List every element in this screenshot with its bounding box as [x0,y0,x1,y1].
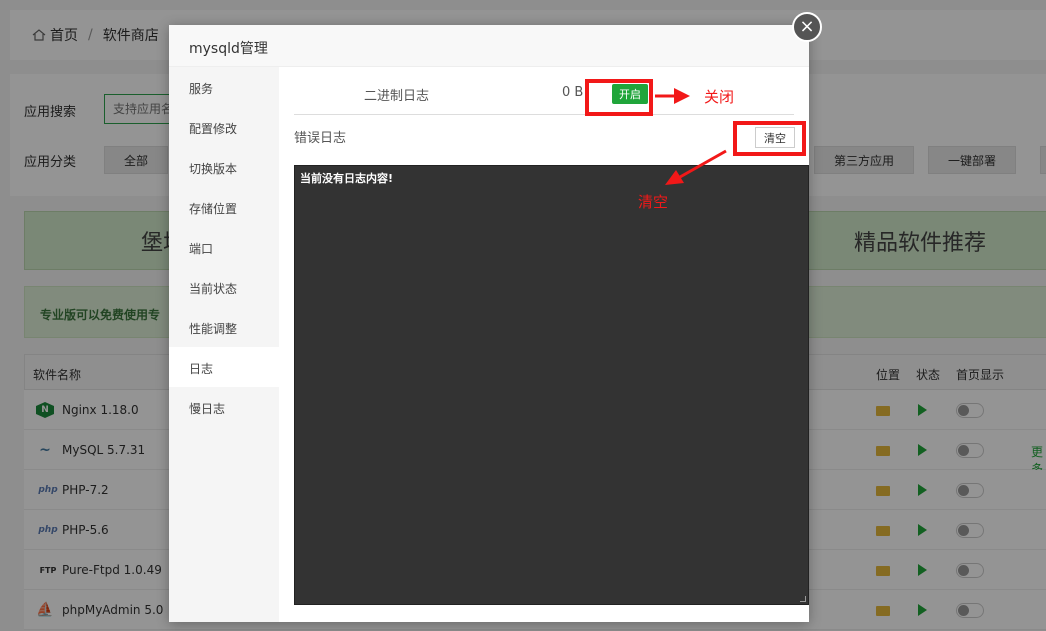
modal-sidebar-item[interactable]: 日志 [169,347,279,387]
log-content: 当前没有日志内容! [300,172,394,185]
modal-title: mysqld管理 [169,25,809,67]
modal-sidebar-item[interactable]: 存储位置 [169,187,279,227]
close-icon: × [799,16,815,37]
modal-sidebar-item[interactable]: 服务 [169,67,279,107]
annotation-box-clear [733,121,806,156]
modal-sidebar-item[interactable]: 性能调整 [169,307,279,347]
binlog-size: 0 B [562,85,584,100]
annotation-clear-note: 清空 [638,193,669,211]
errlog-label: 错误日志 [294,131,347,146]
modal-sidebar-item[interactable]: 慢日志 [169,387,279,427]
modal-sidebar: 服务 配置修改 切换版本 存储位置 端口 当前状态 性能调整 日志 慢日志 [169,67,279,622]
binlog-label: 二进制日志 [364,89,430,104]
modal-sidebar-item[interactable]: 配置修改 [169,107,279,147]
modal-sidebar-item[interactable]: 切换版本 [169,147,279,187]
modal-content: 二进制日志 0 B 开启 错误日志 清空 当前没有日志内容! [279,67,809,622]
modal-sidebar-item[interactable]: 当前状态 [169,267,279,307]
mysqld-modal: mysqld管理 服务 配置修改 切换版本 存储位置 端口 当前状态 性能调整 日志 慢日志 二… [169,25,809,622]
modal-close-button[interactable]: × [792,12,822,42]
annotation-close-note: 关闭 [704,88,735,106]
modal-sidebar-item[interactable]: 端口 [169,227,279,267]
resize-grip-icon[interactable] [800,596,806,602]
annotation-box-open [585,79,653,116]
log-textarea[interactable]: 当前没有日志内容! [294,165,809,605]
